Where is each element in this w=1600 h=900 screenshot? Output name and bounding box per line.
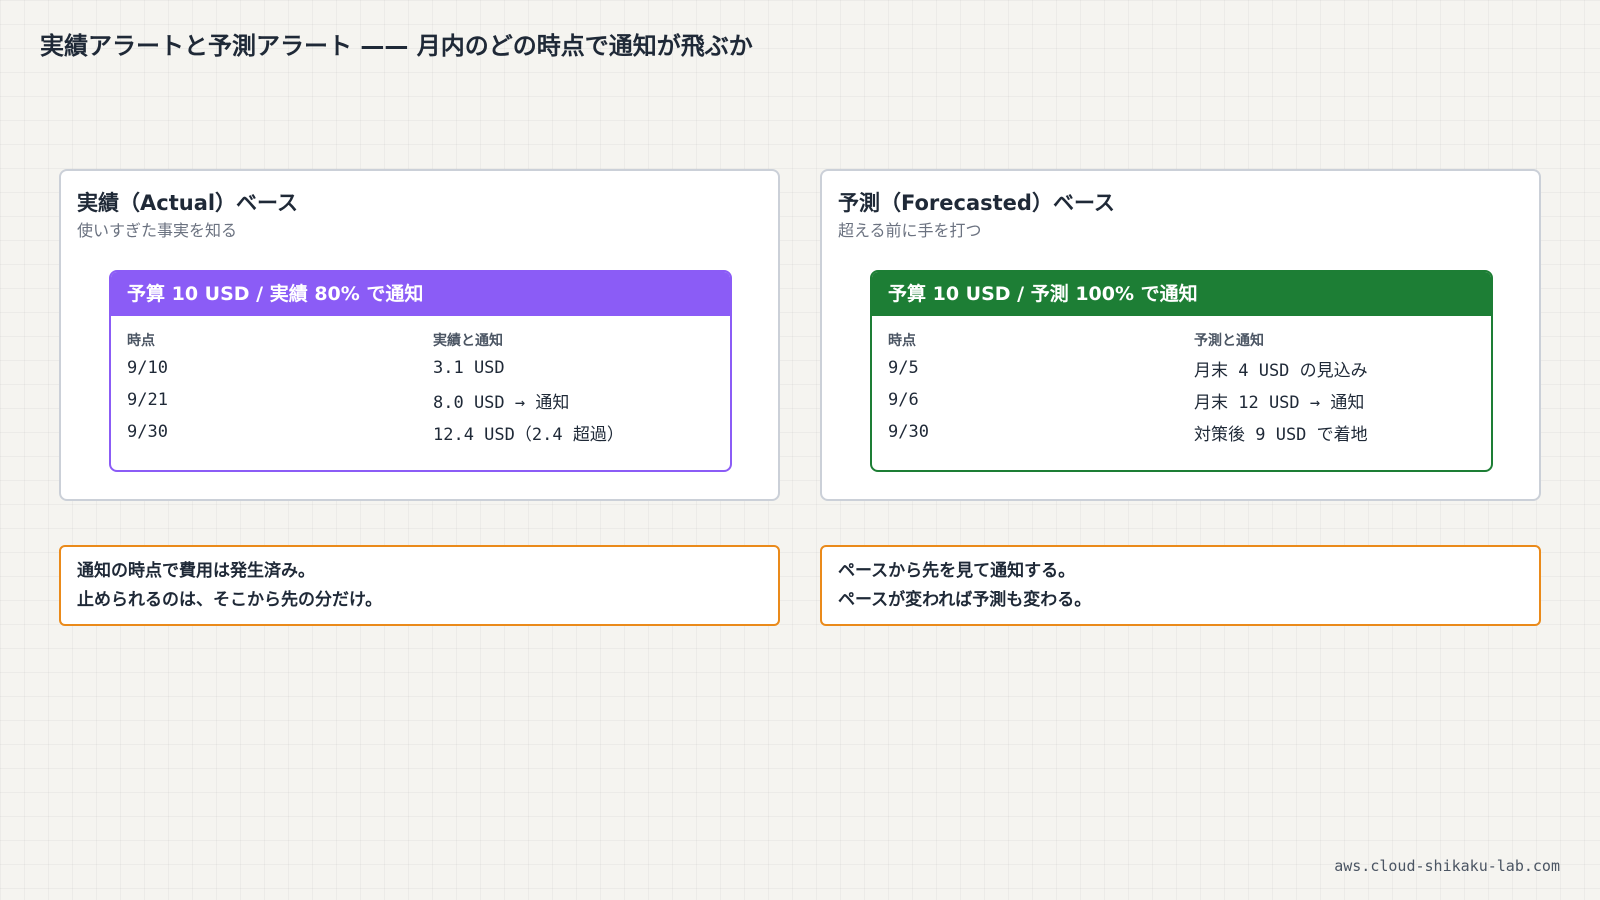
actual-note: 通知の時点で費用は発生済み。 止められるのは、そこから先の分だけ。 (59, 545, 780, 626)
note-line: 通知の時点で費用は発生済み。 (77, 561, 315, 581)
table-header-row: 時点 予測と通知 (888, 328, 1475, 352)
actual-panel-subtitle: 使いすぎた事実を知る (77, 221, 238, 240)
row-time: 9/5 (888, 358, 919, 378)
forecast-panel-title: 予測（Forecasted）ベース (838, 191, 1115, 215)
row-value: 月末 4 USD の見込み (1194, 360, 1368, 381)
column-header-time: 時点 (127, 333, 155, 349)
actual-panel-title: 実績（Actual）ベース (77, 191, 299, 215)
forecast-panel-subtitle: 超える前に手を打つ (838, 221, 982, 240)
table-row: 9/6 月末 12 USD → 通知 (888, 384, 1475, 416)
table-row: 9/5 月末 4 USD の見込み (888, 352, 1475, 384)
table-row: 9/30 対策後 9 USD で着地 (888, 416, 1475, 448)
note-line: ペースから先を見て通知する。 (838, 561, 1076, 581)
table-row: 9/30 12.4 USD（2.4 超過） (127, 416, 714, 448)
row-value: 8.0 USD → 通知 (433, 392, 570, 413)
row-time: 9/21 (127, 390, 168, 410)
note-line: 止められるのは、そこから先の分だけ。 (77, 590, 383, 610)
table-header-row: 時点 実績と通知 (127, 328, 714, 352)
forecast-card-header: 予算 10 USD / 予測 100% で通知 (872, 272, 1491, 316)
row-value: 3.1 USD (433, 358, 505, 378)
row-time: 9/30 (888, 422, 929, 442)
footer-url: aws.cloud-shikaku-lab.com (1334, 857, 1560, 875)
column-header-value: 予測と通知 (1194, 333, 1264, 349)
page-title: 実績アラートと予測アラート —— 月内のどの時点で通知が飛ぶか (40, 32, 753, 60)
row-time: 9/10 (127, 358, 168, 378)
row-value: 12.4 USD（2.4 超過） (433, 424, 624, 445)
actual-card-header: 予算 10 USD / 実績 80% で通知 (111, 272, 730, 316)
column-header-value: 実績と通知 (433, 333, 503, 349)
forecast-panel: 予測（Forecasted）ベース 超える前に手を打つ 予算 10 USD / … (820, 169, 1541, 501)
table-row: 9/10 3.1 USD (127, 352, 714, 384)
note-line: ペースが変われば予測も変わる。 (838, 590, 1092, 610)
forecast-card-table: 時点 予測と通知 9/5 月末 4 USD の見込み 9/6 月末 12 USD… (872, 316, 1491, 448)
actual-card-table: 時点 実績と通知 9/10 3.1 USD 9/21 8.0 USD → 通知 … (111, 316, 730, 448)
row-value: 対策後 9 USD で着地 (1194, 424, 1368, 445)
actual-alert-card: 予算 10 USD / 実績 80% で通知 時点 実績と通知 9/10 3.1… (109, 270, 732, 472)
actual-panel: 実績（Actual）ベース 使いすぎた事実を知る 予算 10 USD / 実績 … (59, 169, 780, 501)
forecast-note: ペースから先を見て通知する。 ペースが変われば予測も変わる。 (820, 545, 1541, 626)
row-time: 9/30 (127, 422, 168, 442)
column-header-time: 時点 (888, 333, 916, 349)
row-time: 9/6 (888, 390, 919, 410)
forecast-alert-card: 予算 10 USD / 予測 100% で通知 時点 予測と通知 9/5 月末 … (870, 270, 1493, 472)
table-row: 9/21 8.0 USD → 通知 (127, 384, 714, 416)
row-value: 月末 12 USD → 通知 (1194, 392, 1365, 413)
